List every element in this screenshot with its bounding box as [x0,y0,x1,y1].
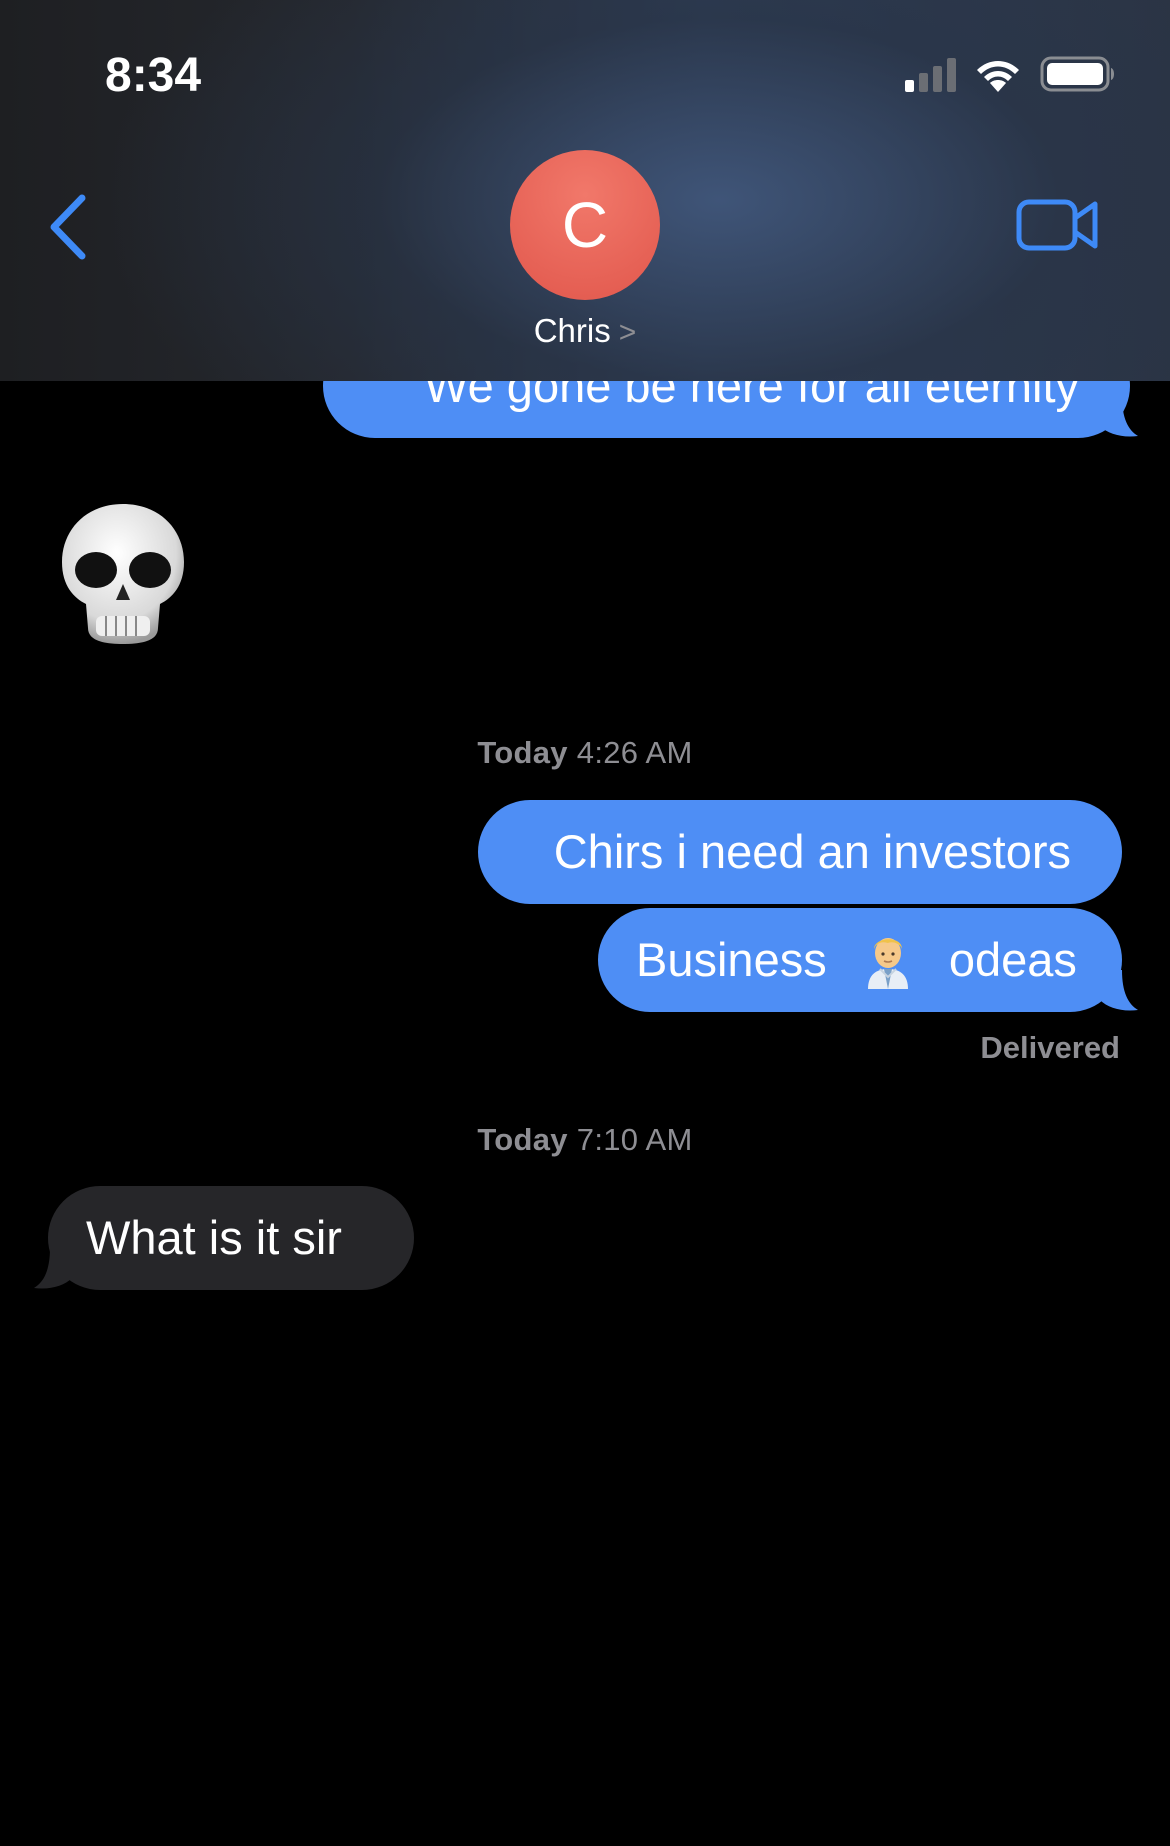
contact-name: Chris [533,312,611,349]
contact-name-button[interactable]: Chris > [0,312,1170,350]
timestamp-day: Today [477,1122,568,1157]
message-text: What is it sir [86,1211,342,1264]
contact-avatar[interactable]: C [510,150,660,300]
message-text: Chirs i need an investors [553,825,1071,878]
skull-emoji[interactable] [58,500,188,646]
chevron-right-icon: > [618,316,637,349]
wifi-icon [977,61,1019,92]
timestamp: Today 7:10 AM [0,1122,1170,1158]
man-office-worker-emoji [867,937,908,989]
timestamp-day: Today [477,735,568,770]
battery-icon [1040,56,1114,92]
message-bubble-outgoing[interactable]: Business odeas [598,908,1122,1012]
timestamp: Today 4:26 AM [0,735,1170,771]
bubble-tail [1100,396,1138,437]
message-bubble-outgoing[interactable]: Chirs i need an investors [478,800,1122,904]
video-camera-icon[interactable] [1016,198,1098,252]
conversation-header: 8:34 C Chris > [0,0,1170,381]
bubble-tail [34,1248,72,1289]
bubble-tail [1100,970,1138,1011]
avatar-initial: C [561,189,609,261]
cellular-signal-icon [905,58,956,92]
message-text-part: odeas [948,933,1077,986]
back-chevron-icon[interactable] [46,194,90,260]
delivery-status: Delivered [980,1030,1120,1065]
message-text-part: Business [636,933,827,986]
timestamp-time: 7:10 AM [576,1122,693,1157]
timestamp-time: 4:26 AM [576,735,693,770]
status-bar-time: 8:34 [105,49,202,102]
message-bubble-incoming[interactable]: What is it sir [48,1186,414,1290]
